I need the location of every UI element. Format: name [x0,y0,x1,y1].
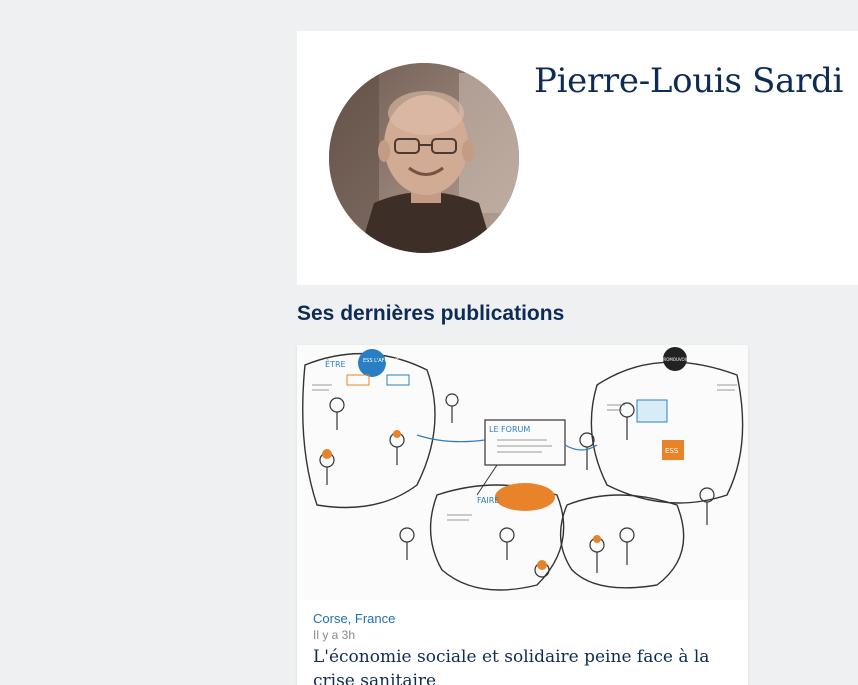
svg-text:ÊTRE: ÊTRE [325,358,346,369]
article-timestamp: Il y a 3h [313,628,356,642]
svg-text:ESS: ESS [665,447,679,455]
article-title-link[interactable]: L'économie sociale et solidaire peine fa… [313,645,733,685]
sketchnote-illustration-icon: ÊTRE ESS L'AFFICHE LE FORUM FAIRE PROMOU… [297,345,748,600]
author-avatar [329,63,519,253]
article-card[interactable]: ÊTRE ESS L'AFFICHE LE FORUM FAIRE PROMOU… [297,345,748,685]
author-name: Pierre-Louis Sardi [534,61,844,101]
svg-text:FAIRE: FAIRE [477,496,499,505]
latest-publications-heading: Ses dernières publications [297,302,565,325]
article-location-link[interactable]: Corse, France [313,611,395,626]
portrait-image-icon [329,63,519,253]
svg-text:PROMOUVOIR L'ESS: PROMOUVOIR L'ESS [661,357,701,362]
article-illustration[interactable]: ÊTRE ESS L'AFFICHE LE FORUM FAIRE PROMOU… [297,345,748,600]
svg-text:ESS L'AFFICHE: ESS L'AFFICHE [363,358,399,364]
svg-text:LE FORUM: LE FORUM [489,425,530,434]
author-profile-card: Pierre-Louis Sardi [297,31,858,285]
